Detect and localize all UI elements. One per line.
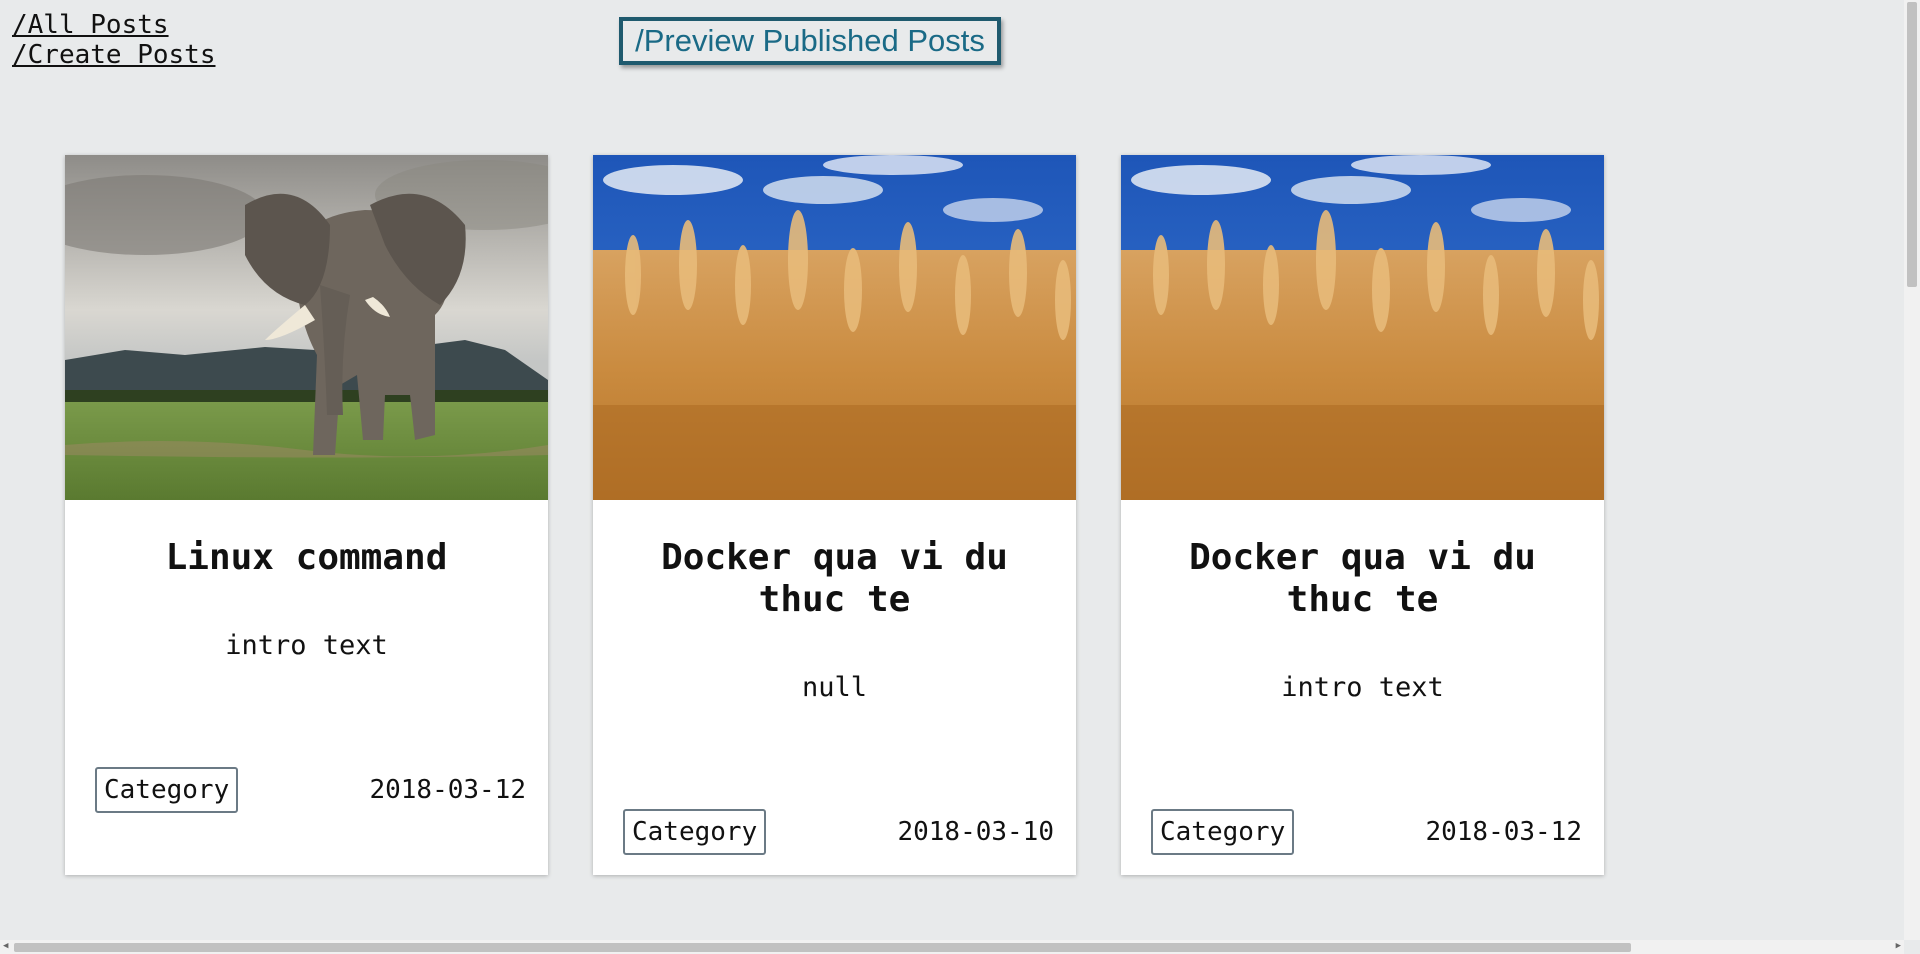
post-card[interactable]: Docker qua vi du thuc te intro text Cate… [1121, 155, 1604, 875]
post-intro: intro text [1281, 672, 1444, 703]
post-image [593, 155, 1076, 500]
post-intro: intro text [225, 630, 388, 661]
post-date: 2018-03-12 [369, 775, 526, 805]
post-title[interactable]: Docker qua vi du thuc te [1151, 537, 1574, 621]
elephant-image [65, 155, 548, 500]
nav-all-posts-link[interactable]: /All Posts [12, 10, 169, 40]
category-badge[interactable]: Category [95, 767, 239, 813]
post-intro: null [801, 672, 868, 703]
horizontal-scroll-thumb[interactable] [14, 943, 1631, 952]
category-badge[interactable]: Category [1151, 809, 1295, 855]
post-date: 2018-03-12 [1425, 817, 1582, 847]
horizontal-scrollbar[interactable]: ◀ ▶ [0, 940, 1904, 954]
wheat-field-image [593, 155, 1076, 500]
post-image [1121, 155, 1604, 500]
preview-published-posts-button[interactable]: /Preview Published Posts [619, 17, 1001, 65]
vertical-scroll-thumb[interactable] [1907, 2, 1917, 287]
wheat-field-image [1121, 155, 1604, 500]
category-badge[interactable]: Category [623, 809, 767, 855]
post-image [65, 155, 548, 500]
nav-create-posts-link[interactable]: /Create Posts [12, 40, 216, 70]
post-title[interactable]: Linux command [95, 537, 518, 579]
post-title[interactable]: Docker qua vi du thuc te [623, 537, 1046, 621]
post-card[interactable]: Linux command intro text Category 2018-0… [65, 155, 548, 875]
scroll-right-icon[interactable]: ▶ [1896, 942, 1901, 951]
vertical-scrollbar[interactable] [1904, 0, 1920, 940]
post-date: 2018-03-10 [897, 817, 1054, 847]
scroll-left-icon[interactable]: ◀ [3, 942, 8, 951]
post-card[interactable]: Docker qua vi du thuc te null Category 2… [593, 155, 1076, 875]
